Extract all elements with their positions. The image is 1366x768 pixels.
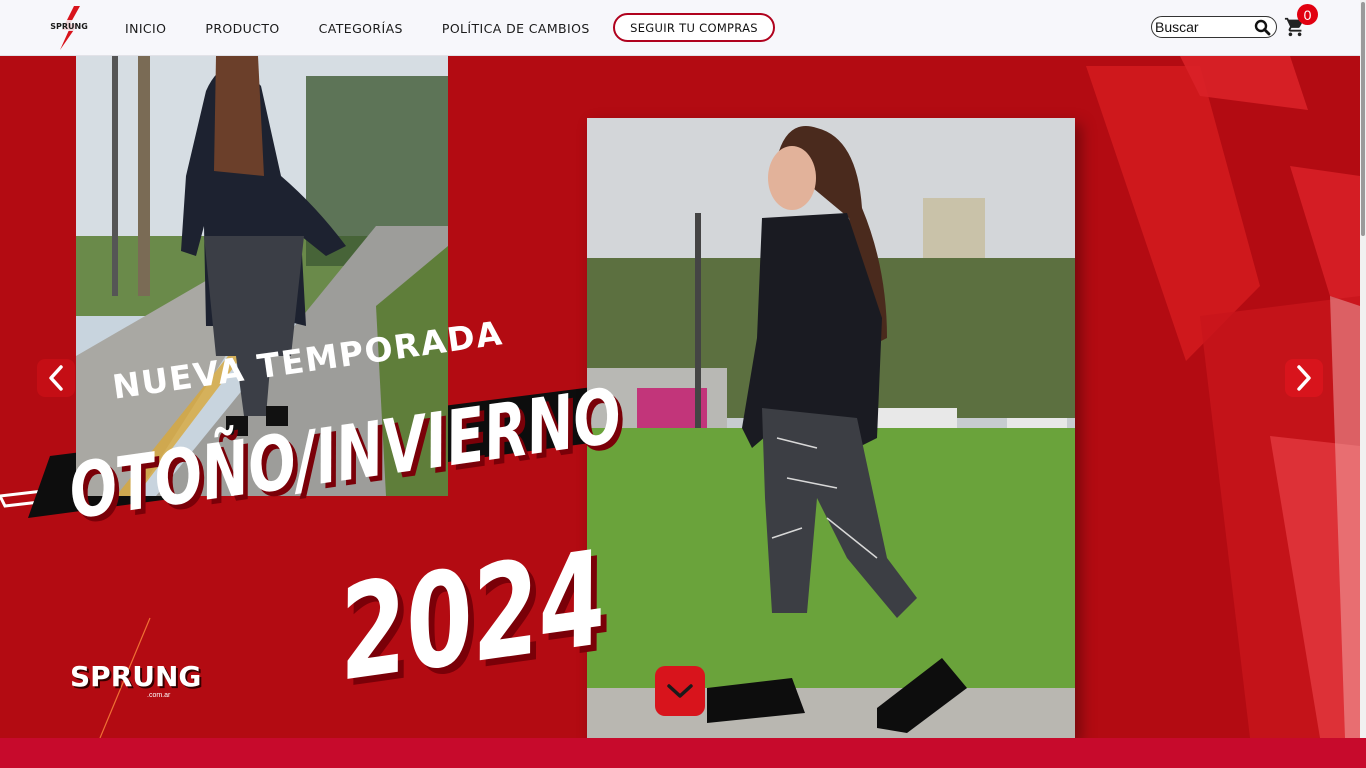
main-nav: INICIO PRODUCTO CATEGORÍAS POLÍTICA DE C… xyxy=(125,0,629,56)
search-input[interactable] xyxy=(1155,19,1253,35)
carousel-next-button[interactable] xyxy=(1285,359,1323,397)
page-scrollbar-thumb[interactable] xyxy=(1361,2,1365,236)
hero-photo-right xyxy=(587,118,1075,738)
chevron-down-icon xyxy=(667,684,693,698)
search-button[interactable] xyxy=(1254,19,1271,36)
nav-producto[interactable]: PRODUCTO xyxy=(205,21,279,36)
hero-banner xyxy=(0,56,1360,738)
carousel-prev-button[interactable] xyxy=(37,359,75,397)
navbar: SPRUNG INICIO PRODUCTO CATEGORÍAS POLÍTI… xyxy=(0,0,1366,56)
cart-count-badge: 0 xyxy=(1297,4,1318,25)
brand-logo[interactable]: SPRUNG xyxy=(50,6,88,50)
photo-woman-walking-side xyxy=(587,118,1075,738)
hero-brand-logo: SPRUNG xyxy=(70,660,202,693)
section-band xyxy=(0,738,1366,768)
logo-bolt-icon: SPRUNG xyxy=(50,6,88,50)
hero-brand-domain: .com.ar xyxy=(147,692,171,699)
search-icon xyxy=(1254,19,1271,36)
nav-categorias[interactable]: CATEGORÍAS xyxy=(319,21,403,36)
search-box xyxy=(1151,16,1277,38)
nav-politica-de-cambios[interactable]: POLÍTICA DE CAMBIOS xyxy=(442,21,590,36)
chevron-right-icon xyxy=(1297,365,1311,391)
track-order-button[interactable]: SEGUIR TU COMPRAS xyxy=(613,13,775,42)
nav-inicio[interactable]: INICIO xyxy=(125,21,166,36)
scroll-down-button[interactable] xyxy=(655,666,705,716)
logo-text: SPRUNG xyxy=(50,22,88,31)
chevron-left-icon xyxy=(49,365,63,391)
